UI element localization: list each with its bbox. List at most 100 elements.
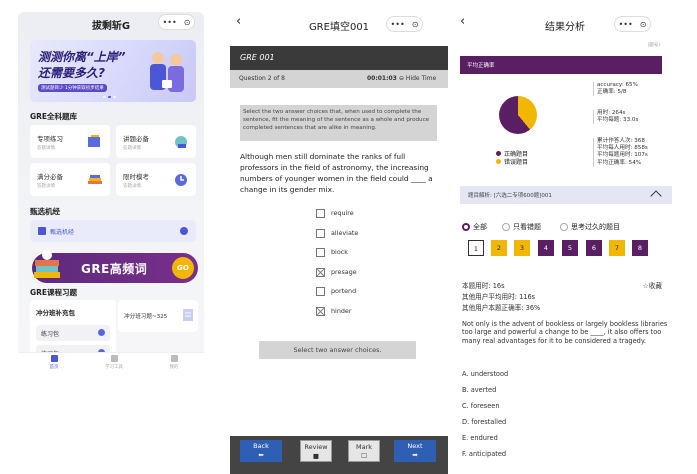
next-label: Next [407,442,423,450]
option-label: block [331,248,348,256]
checkbox-checked[interactable] [316,307,325,316]
question-number-button[interactable]: 8 [632,240,648,256]
close-icon[interactable]: ⊙ [412,20,419,29]
more-icon[interactable]: ••• [163,18,177,27]
question-counter: Question 2 of 8 [239,75,285,82]
checkbox[interactable] [316,229,325,238]
chevron-up-icon[interactable] [650,190,662,202]
select-hint: Select two answer choices. [259,341,416,359]
tab-tools[interactable]: 学习工具 [94,355,134,370]
close-icon[interactable]: ⊙ [640,20,647,29]
question-number-button[interactable]: 1 [468,240,484,256]
course-left-title: 冲分班补充包 [36,309,75,317]
question-number-button[interactable]: 6 [586,240,602,256]
next-button[interactable]: Next ➡ [394,440,436,462]
exam-title: GRE 001 [240,53,275,62]
card-sub: 答题详情 [37,184,55,189]
analysis-title: 题目解析: [六选二专项600题]001 [468,193,552,199]
gre-vocab-label: GRE高频词 [81,262,148,276]
filter-all[interactable]: 全部 [462,222,487,232]
answer-choice: B. averted [462,386,497,394]
close-icon[interactable]: ⊙ [184,18,191,27]
analysis-header[interactable]: 题目解析: [六选二专项600题]001 [460,186,672,204]
mark-button[interactable]: Mark ☐ [348,440,380,462]
nav-bar: ‹ GRE填空001 ••• ⊙ [230,0,448,50]
time-spent: 本题用时: 16s [462,282,505,290]
home-icon [50,355,58,362]
course-item[interactable]: 练习包 [36,325,110,341]
question-id-hint: (题号) [647,43,660,48]
clock-icon [175,174,187,186]
instructions: Select the two answer choices that, when… [240,105,437,141]
checkbox-checked[interactable] [316,268,325,277]
question-number-button[interactable]: 7 [609,240,625,256]
more-icon[interactable]: ••• [391,20,405,29]
avg-accuracy-label: 平均正确率 [467,63,495,69]
arrow-icon [98,329,105,336]
card-title: 满分必备 [37,173,63,181]
tab-label: 学习工具 [105,365,123,370]
back-button[interactable]: Back ⬅ [240,440,282,462]
tab-home[interactable]: 首页 [34,355,74,370]
question-number-button[interactable]: 5 [562,240,578,256]
answer-choice: F. anticipated [462,450,507,458]
course-right-title: 冲分班习题~325 [124,314,168,320]
filter-label: 只看错题 [513,223,541,231]
course-card-left[interactable]: 冲分班补充包 练习包 练习包 [30,300,116,361]
card-timed-mock[interactable]: 限时模考 答题详情 [116,163,196,196]
checkbox[interactable] [316,248,325,257]
accuracy-pie-chart [499,96,537,134]
tab-label: 我的 [169,365,179,370]
carousel-dots [103,96,117,99]
arrow-left-icon: ⬅ [258,451,264,459]
question-number-button[interactable]: 4 [538,240,554,256]
stat-line: 平均每题用时: 107s [597,152,648,159]
question-number-button[interactable]: 2 [491,240,507,256]
section-title-course: GRE课程习题 [30,288,78,297]
favorite-button[interactable]: ☆收藏 [643,280,662,290]
exam-footer: Back ⬅ Review ■ Mark ☐ Next ➡ [230,436,448,474]
filter-label: 全部 [473,223,487,231]
card-topic-practice[interactable]: 专项练习 答题详情 [30,125,110,158]
option-label: presage [331,268,357,276]
radio-checked[interactable] [462,223,470,231]
arrow-right-icon: ➡ [412,451,418,459]
miniprogram-capsule[interactable]: ••• ⊙ [386,16,423,32]
result-screen: ‹ 结果分析 ••• ⊙ (题号) 平均正确率 正确题目 错误题目 accura… [454,0,676,474]
miniprogram-capsule[interactable]: ••• ⊙ [158,14,195,30]
review-label: Review [304,443,328,451]
bottom-tab-bar: 首页 学习工具 我的 [18,352,204,374]
miniprogram-capsule[interactable]: ••• ⊙ [614,16,651,32]
mark-label: Mark [355,443,373,451]
course-card-right[interactable]: 冲分班习题~325 [118,300,198,332]
checkbox[interactable] [316,287,325,296]
hide-time-button[interactable]: ⊖ Hide Time [399,75,436,82]
option-label: portend [331,287,357,295]
home-screen: 拔剩斩G ••• ⊙ 测测你离“上岸” 还需要多久? 测试题目少 1分钟获取初步… [18,0,204,474]
question-text: Although men still dominate the ranks of… [240,152,433,194]
answer-choice: C. foreseen [462,402,500,410]
more-icon[interactable]: ••• [619,20,633,29]
card-sub: 答题详情 [37,146,55,151]
card-full-score[interactable]: 满分必备 答题详情 [30,163,110,196]
filter-slow[interactable]: 思考过久的题目 [560,222,620,232]
filter-wrong[interactable]: 只看错题 [502,222,541,232]
checkbox[interactable] [316,209,325,218]
go-button[interactable]: GO [172,257,194,279]
tab-me[interactable]: 我的 [154,355,194,370]
card-sub: 答题详情 [123,146,141,151]
card-lecture[interactable]: 讲题必备 答题详情 [116,125,196,158]
answer-choice: D. forestalled [462,418,507,426]
promo-banner[interactable]: 测测你离“上岸” 还需要多久? 测试题目少 1分钟获取初步结果 [30,40,196,102]
jing-entry[interactable]: 甄选机经 [30,220,196,242]
jing-label: 甄选机经 [50,229,75,236]
review-button[interactable]: Review ■ [300,440,332,462]
user-icon [170,355,178,362]
books-icon [88,175,102,184]
radio[interactable] [560,223,568,231]
radio[interactable] [502,223,510,231]
stats-accuracy: accuracy: 65% 正确率: 5/8 [593,82,638,97]
card-title: 限时模考 [123,173,149,181]
question-passage: Not only is the advent of bookless or la… [462,320,668,345]
question-number-button[interactable]: 3 [514,240,530,256]
